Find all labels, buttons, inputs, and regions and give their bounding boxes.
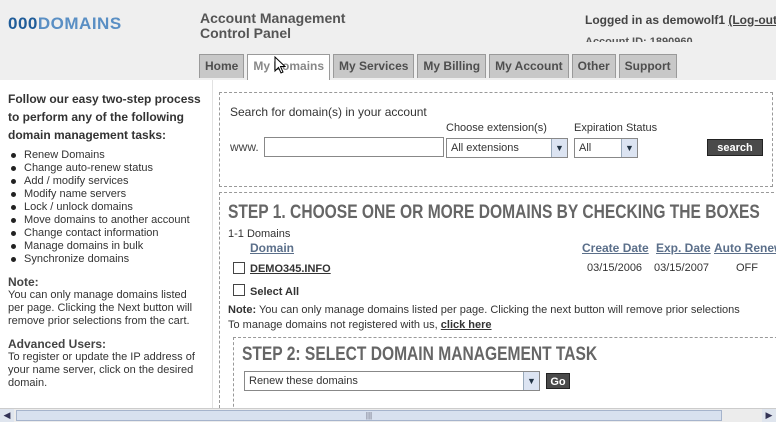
domain-link[interactable]: DEMO345.INFO <box>250 263 331 275</box>
task-select-value: Renew these domains <box>249 375 358 387</box>
expiration-select[interactable]: All ▼ <box>574 138 638 158</box>
list-item: Modify name servers <box>8 188 204 201</box>
step1-note2: To manage domains not registered with us… <box>228 319 492 331</box>
step1-note: Note: You can only manage domains listed… <box>228 304 740 316</box>
list-item: Lock / unlock domains <box>8 201 204 214</box>
go-button[interactable]: Go <box>546 373 570 389</box>
step1-panel: STEP 1. CHOOSE ONE OR MORE DOMAINS BY CH… <box>219 192 776 408</box>
tab-my-services[interactable]: My Services <box>333 54 415 78</box>
search-heading: Search for domain(s) in your account <box>230 105 427 119</box>
tab-my-account[interactable]: My Account <box>489 54 569 78</box>
scroll-left-icon[interactable]: ◀ <box>0 409 14 422</box>
tab-my-billing[interactable]: My Billing <box>417 54 487 78</box>
search-panel: Search for domain(s) in your account Cho… <box>219 92 773 187</box>
main-tabs: Home My Domains My Services My Billing M… <box>199 54 677 80</box>
list-item: Change contact information <box>8 227 204 240</box>
chevron-down-icon[interactable]: ▼ <box>551 139 567 157</box>
select-all-checkbox[interactable] <box>233 284 245 296</box>
column-header-create-date[interactable]: Create Date <box>582 241 649 255</box>
main-content: Search for domain(s) in your account Cho… <box>212 80 776 408</box>
list-item: Manage domains in bulk <box>8 240 204 253</box>
domain-checkbox[interactable] <box>233 262 245 274</box>
chevron-down-icon[interactable]: ▼ <box>523 372 539 390</box>
list-item: Synchronize domains <box>8 253 204 266</box>
extension-select-value: All extensions <box>451 142 519 154</box>
sidebar: Follow our easy two-step process to perf… <box>0 80 212 408</box>
note2-text: To manage domains not registered with us… <box>228 319 441 331</box>
task-select[interactable]: Renew these domains ▼ <box>244 371 540 391</box>
extension-label: Choose extension(s) <box>446 122 547 134</box>
sidebar-note-heading: Note: <box>8 275 39 289</box>
expiration-select-value: All <box>579 142 592 154</box>
step1-title: STEP 1. CHOOSE ONE OR MORE DOMAINS BY CH… <box>228 202 760 223</box>
tab-my-domains[interactable]: My Domains <box>247 54 331 80</box>
login-text: Logged in as demowolf1 <box>585 13 726 27</box>
header: 000DOMAINS Account Management Control Pa… <box>0 0 776 80</box>
click-here-link[interactable]: click here <box>441 319 492 331</box>
column-header-auto-renew[interactable]: Auto Renew <box>714 241 776 255</box>
extension-select[interactable]: All extensions ▼ <box>446 138 568 158</box>
logo[interactable]: 000DOMAINS <box>8 14 122 34</box>
list-item: Change auto-renew status <box>8 162 204 175</box>
step2-panel: STEP 2: SELECT DOMAIN MANAGEMENT TASK Re… <box>233 337 776 408</box>
sidebar-intro: Follow our easy two-step process to perf… <box>8 92 201 142</box>
tab-home[interactable]: Home <box>199 54 245 78</box>
chevron-down-icon[interactable]: ▼ <box>621 139 637 157</box>
scrollbar-thumb[interactable]: ||| <box>16 410 722 421</box>
logout-link[interactable]: (Log-out) <box>728 13 776 27</box>
tab-other[interactable]: Other <box>571 54 616 78</box>
domain-count: 1-1 Domains <box>228 228 291 240</box>
sidebar-note-text: You can only manage domains listed per p… <box>8 289 193 327</box>
exp-date-cell: 03/15/2007 <box>654 262 710 274</box>
select-all-label[interactable]: Select All <box>250 286 299 298</box>
page-title: Account Management Control Panel <box>200 11 345 41</box>
note-label: Note: <box>228 304 257 316</box>
logo-prefix: 000 <box>8 14 38 33</box>
mouse-cursor-icon <box>274 56 286 74</box>
list-item: Add / modify services <box>8 175 204 188</box>
note-text: You can only manage domains listed per p… <box>256 304 740 316</box>
scroll-right-icon[interactable]: ▶ <box>762 409 776 422</box>
www-prefix: www. <box>230 140 259 154</box>
column-header-exp-date[interactable]: Exp. Date <box>656 241 711 255</box>
step2-title: STEP 2: SELECT DOMAIN MANAGEMENT TASK <box>242 344 598 365</box>
search-button[interactable]: search <box>707 139 763 156</box>
domain-search-input[interactable] <box>264 137 444 157</box>
list-item: Renew Domains <box>8 149 204 162</box>
expiration-label: Expiration Status <box>574 122 658 134</box>
auto-renew-cell: OFF <box>736 262 758 274</box>
create-date-cell: 03/15/2006 <box>587 262 643 274</box>
page-title-line2: Control Panel <box>200 25 292 41</box>
sidebar-advanced-heading: Advanced Users: <box>8 337 107 351</box>
tab-support[interactable]: Support <box>618 54 677 78</box>
list-item: Move domains to another account <box>8 214 204 227</box>
horizontal-scrollbar[interactable]: ◀ ||| ▶ <box>0 408 776 422</box>
task-list: Renew Domains Change auto-renew status A… <box>8 149 204 266</box>
sidebar-advanced-text: To register or update the IP address of … <box>8 351 195 389</box>
login-status: Logged in as demowolf1 (Log-out) <box>585 13 776 27</box>
column-header-domain[interactable]: Domain <box>250 241 294 255</box>
page-title-line1: Account Management <box>200 10 346 26</box>
account-id: Account ID: 1890960 <box>585 36 693 42</box>
logo-suffix: DOMAINS <box>37 14 122 33</box>
